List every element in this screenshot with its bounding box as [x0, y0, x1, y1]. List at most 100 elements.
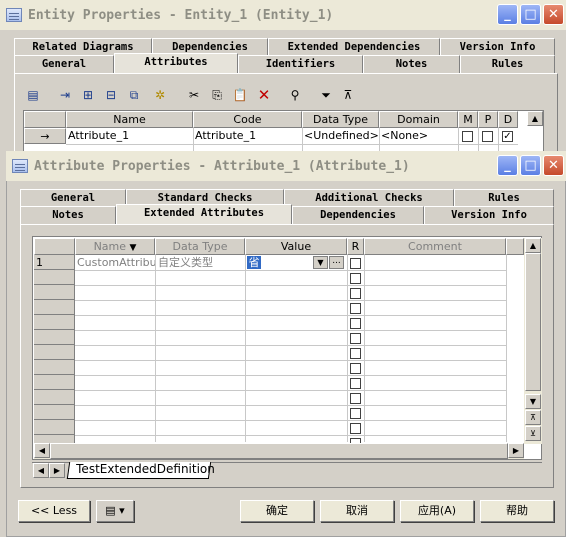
cell-data-type[interactable]: <Undefined>	[304, 128, 379, 144]
tab-general[interactable]: General	[20, 189, 126, 207]
minimize-icon[interactable]: _	[497, 155, 518, 176]
scroll-down-icon[interactable]: ▼	[525, 394, 541, 409]
tab-version-info[interactable]: Version Info	[424, 206, 554, 224]
help-button[interactable]: 帮助	[480, 500, 554, 522]
checkbox-r[interactable]	[350, 303, 361, 314]
add-rows-icon[interactable]: ⊟	[101, 86, 121, 104]
tab-additional-checks[interactable]: Additional Checks	[284, 189, 454, 207]
checkbox-r[interactable]	[350, 378, 361, 389]
column-header-name[interactable]: Name	[66, 111, 193, 128]
tab-general[interactable]: General	[14, 55, 114, 73]
wand-icon[interactable]: ✲	[150, 86, 170, 104]
row-header[interactable]	[34, 330, 75, 345]
column-header-domain[interactable]: Domain	[379, 111, 458, 128]
column-header-r[interactable]: R	[347, 238, 364, 255]
cut-icon[interactable]: ✂	[184, 86, 204, 104]
row-header[interactable]	[34, 315, 75, 330]
ok-button[interactable]: 确定	[240, 500, 314, 522]
column-header-p[interactable]: P	[478, 111, 498, 128]
close-icon[interactable]: ✕	[543, 155, 564, 176]
scroll-right-icon[interactable]: ▶	[508, 443, 524, 458]
checkbox-r[interactable]	[350, 258, 361, 269]
row-header[interactable]	[34, 390, 75, 405]
row-header[interactable]	[34, 420, 75, 435]
clear-filter-icon[interactable]: ⊼	[338, 86, 358, 104]
column-header-m[interactable]: M	[458, 111, 478, 128]
column-header-name[interactable]: Name ▼	[75, 238, 155, 255]
apply-button[interactable]: 应用(A)	[400, 500, 474, 522]
tab-identifiers[interactable]: Identifiers	[238, 55, 363, 73]
paste-icon[interactable]: 📋	[230, 86, 250, 104]
scroll-up-icon[interactable]: ▲	[527, 111, 543, 126]
delete-icon[interactable]: ✕	[254, 86, 274, 104]
tab-extended-attributes[interactable]: Extended Attributes	[116, 204, 292, 224]
tab-notes[interactable]: Notes	[363, 55, 460, 73]
add-row-icon[interactable]: ⊞	[78, 86, 98, 104]
tab-attributes[interactable]: Attributes	[114, 53, 238, 73]
checkbox-primary[interactable]	[482, 131, 493, 142]
cell-domain[interactable]: <None>	[381, 128, 458, 144]
checkbox-r[interactable]	[350, 363, 361, 374]
filter-icon[interactable]: ⏷	[316, 86, 336, 104]
checkbox-r[interactable]	[350, 348, 361, 359]
column-header-code[interactable]: Code	[193, 111, 302, 128]
scroll-thumb[interactable]	[525, 253, 541, 391]
scroll-top-icon[interactable]: ⊼	[525, 410, 541, 425]
checkbox-r[interactable]	[350, 408, 361, 419]
properties-icon[interactable]: ▤	[23, 86, 43, 104]
maximize-icon[interactable]: □	[520, 4, 541, 25]
cell-value[interactable]: 省	[247, 256, 261, 269]
cell-name[interactable]: Attribute_1	[68, 128, 192, 144]
row-marker[interactable]: →	[24, 128, 66, 144]
tab-rules[interactable]: Rules	[460, 55, 555, 73]
tab-notes[interactable]: Notes	[20, 206, 116, 224]
close-icon[interactable]: ✕	[543, 4, 564, 25]
checkbox-r[interactable]	[350, 423, 361, 434]
row-header[interactable]	[34, 360, 75, 375]
scroll-left-icon[interactable]: ◀	[34, 443, 50, 458]
copy-icon[interactable]: ⎘	[207, 86, 227, 104]
checkbox-displayed[interactable]: ✓	[502, 131, 513, 142]
scroll-up-icon[interactable]: ▲	[525, 238, 541, 253]
cell-code[interactable]: Attribute_1	[195, 128, 301, 144]
sheet-tab[interactable]: TestExtendedDefinition	[66, 462, 215, 479]
row-header[interactable]	[34, 285, 75, 300]
row-header[interactable]	[34, 405, 75, 420]
inner-title-bar[interactable]: Attribute Properties - Attribute_1 (Attr…	[6, 151, 566, 181]
column-header-d[interactable]: D	[498, 111, 518, 128]
cancel-button[interactable]: 取消	[320, 500, 394, 522]
column-header-data-type[interactable]: Data Type	[155, 238, 245, 255]
tab-extended-dependencies[interactable]: Extended Dependencies	[268, 38, 440, 56]
row-header[interactable]	[34, 345, 75, 360]
menu-button[interactable]: ▤ ▾	[96, 500, 134, 522]
h-scroll-thumb[interactable]	[50, 443, 508, 459]
minimize-icon[interactable]: _	[497, 4, 518, 25]
column-header-value[interactable]: Value	[245, 238, 347, 255]
value-ellipsis-button[interactable]: ...	[329, 256, 344, 269]
scroll-bottom-icon[interactable]: ⊻	[525, 426, 541, 441]
checkbox-r[interactable]	[350, 318, 361, 329]
cell-name[interactable]: CustomAttribute	[77, 255, 155, 271]
find-icon[interactable]: ⚲	[285, 86, 305, 104]
tab-version-info[interactable]: Version Info	[440, 38, 555, 56]
row-header[interactable]	[34, 270, 75, 285]
insert-row-icon[interactable]: ⇥	[55, 86, 75, 104]
less-button[interactable]: << Less	[18, 500, 90, 522]
move-row-icon[interactable]: ⧉	[124, 86, 144, 104]
checkbox-r[interactable]	[350, 333, 361, 344]
dropdown-arrow-icon[interactable]: ▼	[130, 243, 137, 253]
value-dropdown-icon[interactable]: ▼	[313, 256, 328, 269]
sheet-prev-icon[interactable]: ◀	[33, 463, 49, 478]
cell-data-type[interactable]: 自定义类型	[158, 255, 244, 271]
tab-dependencies[interactable]: Dependencies	[292, 206, 424, 224]
column-header-data-type[interactable]: Data Type	[302, 111, 379, 128]
checkbox-mandatory[interactable]	[462, 131, 473, 142]
row-header[interactable]	[34, 375, 75, 390]
tab-rules[interactable]: Rules	[454, 189, 554, 207]
checkbox-r[interactable]	[350, 393, 361, 404]
checkbox-r[interactable]	[350, 273, 361, 284]
column-header-comment[interactable]: Comment	[364, 238, 506, 255]
row-header[interactable]	[34, 300, 75, 315]
checkbox-r[interactable]	[350, 288, 361, 299]
sheet-next-icon[interactable]: ▶	[49, 463, 65, 478]
